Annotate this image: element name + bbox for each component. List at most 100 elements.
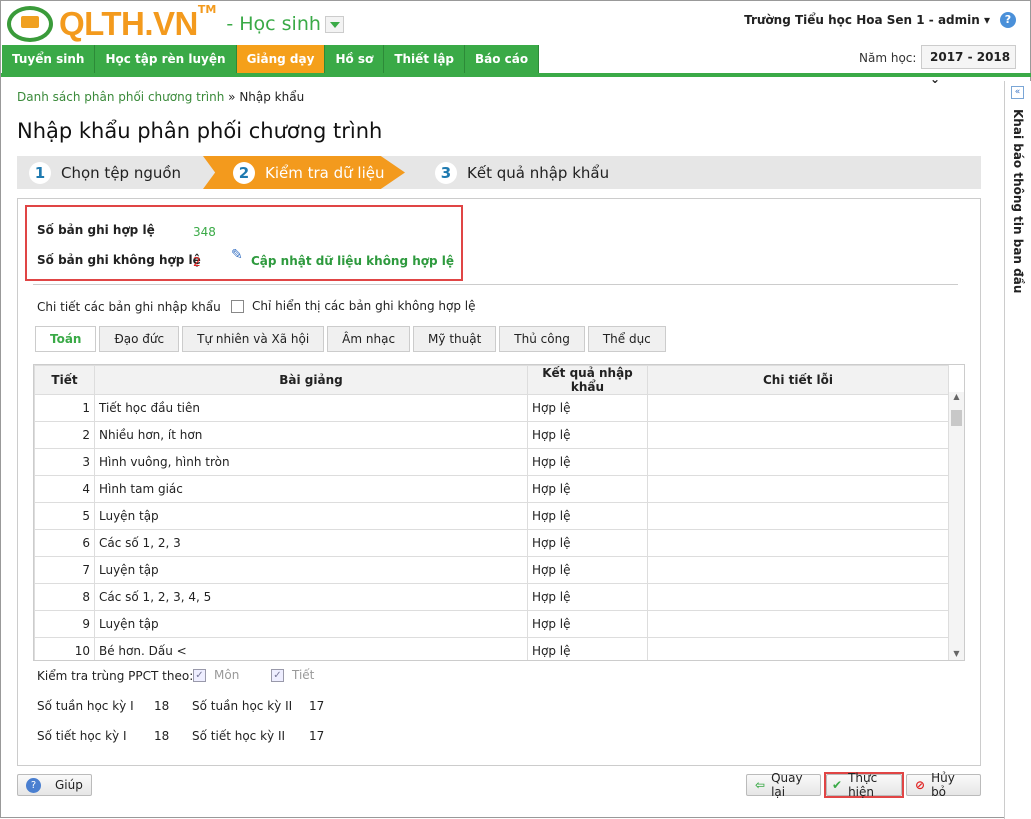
check-tiet: Tiết: [271, 668, 314, 682]
checkbox[interactable]: [231, 299, 244, 313]
tab-tnxh[interactable]: Tự nhiên và Xã hội: [182, 326, 325, 352]
table-row[interactable]: 8 Các số 1, 2, 3, 4, 5 Hợp lệ: [34, 583, 949, 611]
nav-tuyen-sinh[interactable]: Tuyển sinh: [2, 45, 96, 73]
table-row[interactable]: 9 Luyện tập Hợp lệ: [34, 610, 949, 638]
step-number: 3: [435, 161, 457, 184]
weeks-sem2-label: Số tuần học kỳ II: [192, 699, 293, 713]
help-button[interactable]: ? Giúp: [17, 774, 92, 796]
sidebar-label[interactable]: Khai báo thông tin ban đầu: [1011, 109, 1025, 293]
back-arrow-icon: ⇦: [755, 778, 766, 792]
cell-tiet: 6: [34, 529, 95, 557]
periods-sem1-value: 18: [154, 729, 170, 743]
table-row[interactable]: 1 Tiết học đầu tiên Hợp lệ: [34, 394, 949, 422]
collapse-icon[interactable]: «: [1011, 86, 1024, 99]
table-row[interactable]: 5 Luyện tập Hợp lệ: [34, 502, 949, 530]
weeks-sem1-label: Số tuần học kỳ I: [37, 699, 134, 713]
wizard-steps: 1 Chọn tệp nguồn 2 Kiểm tra dữ liệu 3 Kết q…: [17, 156, 981, 189]
execute-button[interactable]: ✔ Thực hiện: [826, 771, 902, 799]
cell-bai-giang: Các số 1, 2, 3: [94, 529, 528, 557]
col-bai-giang: Bài giảng: [94, 365, 528, 395]
table-row[interactable]: 10 Bé hơn. Dấu < Hợp lệ: [34, 637, 949, 660]
breadcrumb-current: Nhập khẩu: [239, 90, 305, 104]
table-row[interactable]: 7 Luyện tập Hợp lệ: [34, 556, 949, 584]
cell-tiet: 10: [34, 637, 95, 660]
role-dropdown-button[interactable]: [324, 15, 344, 33]
nav-giang-day[interactable]: Giảng dạy: [236, 45, 326, 73]
tab-my-thuat[interactable]: Mỹ thuật: [413, 326, 497, 352]
nav-thiet-lap[interactable]: Thiết lập: [384, 45, 466, 73]
cell-tiet: 5: [34, 502, 95, 530]
cell-ket-qua: Hợp lệ: [527, 529, 648, 557]
edit-icon: ✎: [231, 247, 243, 263]
cell-ket-qua: Hợp lệ: [527, 610, 648, 638]
logo-icon: [7, 6, 53, 42]
breadcrumb-parent[interactable]: Danh sách phân phối chương trình: [17, 90, 224, 104]
nav-divider: [1, 73, 1031, 77]
logo[interactable]: QLTH.VN TM - Học sinh: [7, 3, 344, 43]
cell-ket-qua: Hợp lệ: [527, 556, 648, 584]
checkbox-label: Chỉ hiển thị các bản ghi không hợp lệ: [252, 299, 476, 313]
cancel-icon: ⊘: [915, 778, 926, 792]
cancel-button[interactable]: ⊘ Hủy bỏ: [906, 771, 981, 799]
cell-ket-qua: Hợp lệ: [527, 475, 648, 503]
year-select[interactable]: 2017 - 2018 ⌄: [921, 45, 1016, 86]
tab-the-duc[interactable]: Thể dục: [587, 326, 666, 352]
user-menu[interactable]: Trường Tiểu học Hoa Sen 1 - admin ▾: [744, 13, 990, 27]
cell-chi-tiet-loi: [647, 394, 949, 422]
role-label: - Học sinh: [226, 13, 321, 35]
cell-ket-qua: Hợp lệ: [527, 421, 648, 449]
cell-bai-giang: Tiết học đầu tiên: [94, 394, 528, 422]
year-label: Năm học:: [859, 51, 917, 65]
cell-chi-tiet-loi: [647, 448, 949, 476]
scroll-down-icon[interactable]: ▼: [949, 649, 964, 658]
tab-dao-duc[interactable]: Đạo đức: [99, 326, 180, 352]
cell-bai-giang: Luyện tập: [94, 502, 528, 530]
cell-bai-giang: Nhiều hơn, ít hơn: [94, 421, 528, 449]
breadcrumb-sep: »: [224, 90, 240, 104]
checkbox-label: Môn: [214, 668, 240, 682]
button-label: Hủy bỏ: [931, 771, 955, 799]
table-row[interactable]: 4 Hình tam giác Hợp lệ: [34, 475, 949, 503]
checkbox: [271, 668, 284, 682]
table-row[interactable]: 2 Nhiều hơn, ít hơn Hợp lệ: [34, 421, 949, 449]
scroll-thumb[interactable]: [951, 410, 962, 426]
only-invalid-checkbox[interactable]: Chỉ hiển thị các bản ghi không hợp lệ: [231, 299, 476, 313]
cell-ket-qua: Hợp lệ: [527, 502, 648, 530]
nav-ho-so[interactable]: Hồ sơ: [325, 45, 385, 73]
back-button[interactable]: ⇦ Quay lại: [746, 771, 821, 799]
cell-bai-giang: Luyện tập: [94, 556, 528, 584]
check-mon: Môn: [193, 668, 239, 682]
periods-sem2-label: Số tiết học kỳ II: [192, 729, 286, 743]
cell-ket-qua: Hợp lệ: [527, 583, 648, 611]
invalid-count: 2: [193, 255, 201, 269]
button-label: Giúp: [55, 778, 83, 792]
cell-tiet: 2: [34, 421, 95, 449]
nav-hoc-tap[interactable]: Học tập rèn luyện: [95, 45, 237, 73]
cell-bai-giang: Luyện tập: [94, 610, 528, 638]
cell-tiet: 4: [34, 475, 95, 503]
col-chi-tiet-loi: Chi tiết lỗi: [647, 365, 949, 395]
divider: [33, 284, 958, 285]
cell-bai-giang: Các số 1, 2, 3, 4, 5: [94, 583, 528, 611]
update-invalid-link[interactable]: Cập nhật dữ liệu không hợp lệ: [251, 254, 454, 268]
page-title: Nhập khẩu phân phối chương trình: [17, 119, 383, 143]
subject-tabs: Toán Đạo đức Tự nhiên và Xã hội Âm nhạc …: [35, 326, 666, 352]
cell-bai-giang: Hình vuông, hình tròn: [94, 448, 528, 476]
cell-chi-tiet-loi: [647, 475, 949, 503]
checkbox: [193, 668, 206, 682]
valid-count: 348: [193, 225, 216, 239]
cell-ket-qua: Hợp lệ: [527, 448, 648, 476]
tab-toan[interactable]: Toán: [35, 326, 97, 352]
table-scrollbar[interactable]: ▲ ▼: [948, 392, 964, 660]
tab-thu-cong[interactable]: Thủ công: [499, 326, 585, 352]
help-icon[interactable]: ?: [1000, 12, 1016, 28]
table-row[interactable]: 3 Hình vuông, hình tròn Hợp lệ: [34, 448, 949, 476]
cell-bai-giang: Bé hơn. Dấu <: [94, 637, 528, 660]
cell-tiet: 1: [34, 394, 95, 422]
table-row[interactable]: 6 Các số 1, 2, 3 Hợp lệ: [34, 529, 949, 557]
cell-ket-qua: Hợp lệ: [527, 637, 648, 660]
tab-am-nhac[interactable]: Âm nhạc: [327, 326, 411, 352]
scroll-up-icon[interactable]: ▲: [949, 392, 964, 401]
nav-bao-cao[interactable]: Báo cáo: [465, 45, 540, 73]
detail-label: Chi tiết các bản ghi nhập khẩu: [37, 300, 221, 314]
